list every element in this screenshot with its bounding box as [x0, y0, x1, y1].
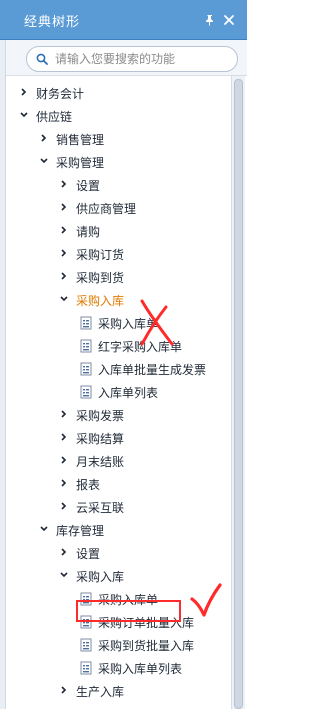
- tree-item-label: 销售管理: [56, 133, 105, 147]
- search-box[interactable]: [26, 46, 238, 72]
- tree-item-label: 采购入库单列表: [98, 662, 183, 676]
- tree-item-inv-settings[interactable]: 设置: [6, 544, 230, 564]
- tree-item-label: 报表: [76, 478, 101, 492]
- tree-item-purchase-settlement[interactable]: 采购结算: [6, 429, 230, 449]
- search-input[interactable]: [55, 50, 230, 68]
- chevron-down-icon[interactable]: [58, 569, 70, 581]
- chevron-right-icon[interactable]: [38, 132, 50, 144]
- chevron-right-icon[interactable]: [58, 270, 70, 282]
- tree-item-settings[interactable]: 设置: [6, 176, 230, 196]
- chevron-right-icon[interactable]: [58, 224, 70, 236]
- document-icon: [80, 316, 92, 330]
- document-icon: [80, 385, 92, 399]
- tree-item-requisition[interactable]: 请购: [6, 222, 230, 242]
- panel-title: 经典树形: [24, 15, 81, 30]
- search-icon[interactable]: [36, 53, 48, 65]
- annotation-highlight-box: [76, 600, 181, 622]
- close-icon[interactable]: [223, 14, 235, 26]
- tree-item-supplier-mgmt[interactable]: 供应商管理: [6, 199, 230, 219]
- tree-item-label: 月末结账: [76, 455, 125, 469]
- tree-item-label: 采购入库: [76, 570, 125, 584]
- tree-item-purchase-arrival[interactable]: 采购到货: [6, 268, 230, 288]
- tree-item-label: 供应链: [36, 110, 73, 124]
- tree-item-sales-mgmt[interactable]: 销售管理: [6, 130, 230, 150]
- tree-item-label: 云采互联: [76, 501, 125, 515]
- tree-item-inv-purchase-inbound[interactable]: 采购入库: [6, 567, 230, 587]
- document-icon: [80, 661, 92, 675]
- document-icon: [80, 362, 92, 376]
- tree-item-label: 设置: [76, 547, 101, 561]
- chevron-right-icon[interactable]: [58, 408, 70, 420]
- chevron-right-icon[interactable]: [58, 684, 70, 696]
- tree-item-label: 设置: [76, 179, 101, 193]
- tree-item-label: 生产入库: [76, 685, 125, 699]
- chevron-right-icon[interactable]: [58, 500, 70, 512]
- tree-item-purchase-invoice[interactable]: 采购发票: [6, 406, 230, 426]
- tree-item-reports[interactable]: 报表: [6, 475, 230, 495]
- chevron-right-icon[interactable]: [58, 247, 70, 259]
- chevron-down-icon[interactable]: [18, 109, 30, 121]
- document-icon: [80, 339, 92, 353]
- chevron-right-icon[interactable]: [58, 201, 70, 213]
- tree-item-label: 采购发票: [76, 409, 125, 423]
- tree-item-label: 采购到货: [76, 271, 125, 285]
- tree-item-label: 供应商管理: [76, 202, 137, 216]
- tree-item-label: 库存管理: [56, 524, 105, 538]
- tree-item-label: 入库单批量生成发票: [98, 363, 207, 377]
- tree-item-purchase-inbound-doc[interactable]: 采购入库单: [6, 314, 230, 334]
- tree-item-supply-chain[interactable]: 供应链: [6, 107, 230, 127]
- tree-item-red-purchase-inbound[interactable]: 红字采购入库单: [6, 337, 230, 357]
- tree-item-arrival-batch-inbound[interactable]: 采购到货批量入库: [6, 636, 230, 656]
- chevron-right-icon[interactable]: [58, 431, 70, 443]
- panel-header: 经典树形: [0, 0, 247, 40]
- tree-item-inv-inbound-list[interactable]: 采购入库单列表: [6, 659, 230, 679]
- chevron-down-icon[interactable]: [38, 523, 50, 535]
- tree-item-label: 采购管理: [56, 156, 105, 170]
- tree-item-label: 红字采购入库单: [98, 340, 183, 354]
- chevron-right-icon[interactable]: [18, 86, 30, 98]
- chevron-down-icon[interactable]: [38, 155, 50, 167]
- tree-item-month-end[interactable]: 月末结账: [6, 452, 230, 472]
- tree-item-label: 采购订货: [76, 248, 125, 262]
- tree-item-label: 采购到货批量入库: [98, 639, 195, 653]
- tree-item-finance[interactable]: 财务会计: [6, 84, 230, 104]
- chevron-down-icon[interactable]: [58, 293, 70, 305]
- pin-icon[interactable]: [204, 14, 216, 26]
- tree-item-production-inbound[interactable]: 生产入库: [6, 682, 230, 702]
- tree-item-cloud-purchase[interactable]: 云采互联: [6, 498, 230, 518]
- scrollbar-thumb[interactable]: [234, 79, 243, 709]
- tree-item-label: 请购: [76, 225, 101, 239]
- chevron-right-icon[interactable]: [58, 178, 70, 190]
- tree-item-inbound-batch-invoice[interactable]: 入库单批量生成发票: [6, 360, 230, 380]
- tree-item-purchase-order[interactable]: 采购订货: [6, 245, 230, 265]
- tree-item-inbound-list[interactable]: 入库单列表: [6, 383, 230, 403]
- tree-item-label: 采购入库单: [98, 317, 159, 331]
- chevron-right-icon[interactable]: [58, 454, 70, 466]
- tree-item-label: 财务会计: [36, 87, 85, 101]
- tree-item-label: 采购入库: [76, 294, 125, 308]
- search-bar: [6, 40, 247, 76]
- document-icon: [80, 638, 92, 652]
- tree-item-inventory-mgmt[interactable]: 库存管理: [6, 521, 230, 541]
- chevron-right-icon[interactable]: [58, 477, 70, 489]
- tree-item-purchase-inbound[interactable]: 采购入库: [6, 291, 230, 311]
- vertical-scrollbar[interactable]: [231, 76, 245, 709]
- tree-item-purchase-mgmt[interactable]: 采购管理: [6, 153, 230, 173]
- tree-item-label: 入库单列表: [98, 386, 159, 400]
- tree-item-label: 采购结算: [76, 432, 125, 446]
- chevron-right-icon[interactable]: [58, 546, 70, 558]
